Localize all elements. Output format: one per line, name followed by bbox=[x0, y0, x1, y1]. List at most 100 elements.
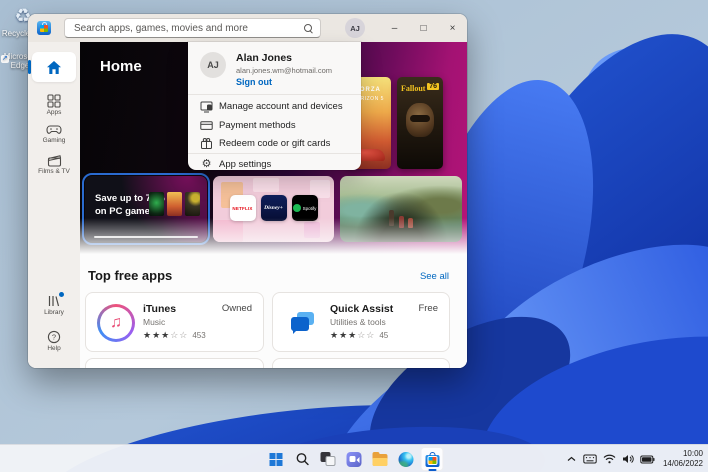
avatar: AJ bbox=[200, 52, 226, 78]
music-note-icon: ♫ bbox=[100, 307, 132, 339]
chat-button[interactable] bbox=[343, 447, 366, 471]
promo-card-streaming-services[interactable]: NETFLIX Disney+ Spotify bbox=[213, 176, 334, 242]
windows-logo-icon bbox=[270, 453, 283, 466]
start-button[interactable] bbox=[265, 447, 288, 471]
taskbar: 10:00 14/06/2022 bbox=[0, 444, 708, 472]
character-figure bbox=[408, 218, 413, 228]
taskbar-clock[interactable]: 10:00 14/06/2022 bbox=[661, 449, 703, 469]
promo-card-adventure-game[interactable] bbox=[340, 176, 462, 242]
stars-filled: ★★★ bbox=[143, 330, 170, 340]
maximize-button[interactable]: □ bbox=[409, 14, 438, 42]
sidebar-item-library[interactable]: Library bbox=[28, 294, 80, 316]
menu-item-label: Redeem code or gift cards bbox=[219, 138, 330, 149]
see-all-link[interactable]: See all bbox=[420, 271, 449, 282]
app-card-quick-assist[interactable]: Quick Assist Free Utilities & tools ★★★☆… bbox=[272, 292, 450, 352]
clock-date: 14/06/2022 bbox=[663, 459, 703, 469]
active-indicator bbox=[28, 60, 31, 74]
app-price: Free bbox=[418, 303, 438, 314]
search-icon bbox=[295, 452, 309, 466]
account-name: Alan Jones bbox=[236, 52, 292, 64]
taskbar-search-button[interactable] bbox=[291, 447, 314, 471]
character-figure bbox=[399, 216, 404, 228]
sidebar-item-help[interactable]: ? Help bbox=[28, 330, 80, 352]
stars-empty: ☆☆ bbox=[357, 330, 375, 340]
sign-out-link[interactable]: Sign out bbox=[236, 77, 272, 87]
search-input[interactable] bbox=[65, 19, 320, 37]
taskbar-center-icons bbox=[265, 447, 444, 471]
rating-count: 45 bbox=[379, 331, 388, 340]
carousel-progress-indicator bbox=[94, 236, 198, 238]
account-flyout-menu: AJ Alan Jones alan.jones.wm@hotmail.com … bbox=[188, 42, 361, 170]
itunes-icon: ♫ bbox=[97, 304, 135, 342]
window-controls: – □ × bbox=[380, 14, 467, 42]
menu-item-manage-account[interactable]: Manage account and devices bbox=[188, 97, 361, 116]
app-rating: ★★★☆☆ 45 bbox=[330, 330, 388, 341]
close-button[interactable]: × bbox=[438, 14, 467, 42]
section-title: Top free apps bbox=[88, 268, 172, 283]
spotify-logo: Spotify bbox=[292, 195, 318, 221]
payment-card-icon bbox=[200, 119, 213, 132]
menu-item-redeem-code[interactable]: Redeem code or gift cards bbox=[188, 134, 361, 153]
helmet-visor bbox=[410, 115, 430, 122]
store-bag-icon bbox=[425, 455, 439, 467]
gift-card-icon bbox=[200, 137, 213, 150]
sidebar-item-gaming[interactable]: Gaming bbox=[28, 124, 80, 144]
apps-grid-icon bbox=[47, 94, 61, 108]
app-name: Quick Assist bbox=[330, 303, 393, 315]
task-view-button[interactable] bbox=[317, 447, 340, 471]
running-app-indicator bbox=[428, 469, 436, 471]
top-free-apps-header: Top free apps See all bbox=[88, 268, 457, 286]
gear-icon: ⚙ bbox=[200, 158, 213, 171]
search-icon bbox=[304, 24, 313, 33]
streaming-logo-tiles: NETFLIX Disney+ Spotify bbox=[213, 195, 334, 221]
gaming-controller-icon bbox=[46, 124, 62, 136]
quick-assist-icon bbox=[284, 304, 322, 342]
sidebar-item-films-tv[interactable]: Films & TV bbox=[28, 154, 80, 175]
menu-item-label: Payment methods bbox=[219, 120, 296, 131]
menu-divider bbox=[188, 94, 361, 95]
desktop: ♻ Recycle Bin ↗ Microsoft Edge AJ – □ × bbox=[0, 0, 708, 472]
manage-account-icon bbox=[200, 100, 213, 113]
minimize-button[interactable]: – bbox=[380, 14, 409, 42]
menu-divider bbox=[188, 153, 361, 154]
sidebar-item-label: Help bbox=[47, 345, 60, 352]
titlebar[interactable]: AJ – □ × bbox=[28, 14, 467, 42]
search-box[interactable] bbox=[64, 18, 321, 38]
microsoft-store-button[interactable] bbox=[421, 447, 444, 471]
promo-card-pc-game-sale[interactable]: Save up to 75% on PC games bbox=[85, 176, 207, 242]
app-price: Owned bbox=[222, 303, 252, 314]
sidebar-item-home[interactable] bbox=[32, 52, 76, 82]
poster-number: 76 bbox=[427, 83, 439, 90]
sidebar-item-label: Library bbox=[44, 309, 64, 316]
library-notification-badge bbox=[59, 292, 64, 297]
stars-filled: ★★★ bbox=[330, 330, 357, 340]
shortcut-arrow-icon: ↗ bbox=[1, 55, 9, 63]
hidden-icons-chevron[interactable] bbox=[566, 455, 577, 463]
sidebar-item-apps[interactable]: Apps bbox=[28, 94, 80, 116]
menu-item-label: App settings bbox=[219, 159, 271, 170]
file-explorer-button[interactable] bbox=[369, 447, 392, 471]
account-email: alan.jones.wm@hotmail.com bbox=[236, 66, 332, 75]
edge-button[interactable] bbox=[395, 447, 418, 471]
account-avatar-button[interactable]: AJ bbox=[345, 18, 365, 38]
partial-next-row-card bbox=[85, 358, 264, 368]
character-figure bbox=[389, 210, 394, 226]
system-tray: 10:00 14/06/2022 bbox=[566, 445, 703, 472]
poster-title: Fallout bbox=[401, 84, 425, 93]
sidebar-item-label: Films & TV bbox=[38, 168, 70, 175]
clock-time: 10:00 bbox=[663, 449, 703, 459]
spotify-mark bbox=[293, 204, 301, 212]
battery-icon[interactable] bbox=[640, 455, 655, 464]
hero-poster-fallout-76[interactable]: Fallout 76 bbox=[397, 77, 443, 169]
menu-item-payment-methods[interactable]: Payment methods bbox=[188, 116, 361, 135]
volume-icon[interactable] bbox=[622, 454, 634, 464]
folder-icon bbox=[373, 453, 388, 466]
app-category: Utilities & tools bbox=[330, 317, 386, 327]
touch-keyboard-icon[interactable] bbox=[583, 454, 597, 464]
wifi-icon[interactable] bbox=[603, 454, 616, 464]
app-name: iTunes bbox=[143, 303, 176, 315]
menu-item-app-settings[interactable]: ⚙ App settings bbox=[188, 155, 361, 174]
game-cover-thumbnails bbox=[149, 192, 200, 216]
netflix-logo: NETFLIX bbox=[230, 195, 256, 221]
app-card-itunes[interactable]: ♫ iTunes Owned Music ★★★☆☆453 bbox=[85, 292, 264, 352]
